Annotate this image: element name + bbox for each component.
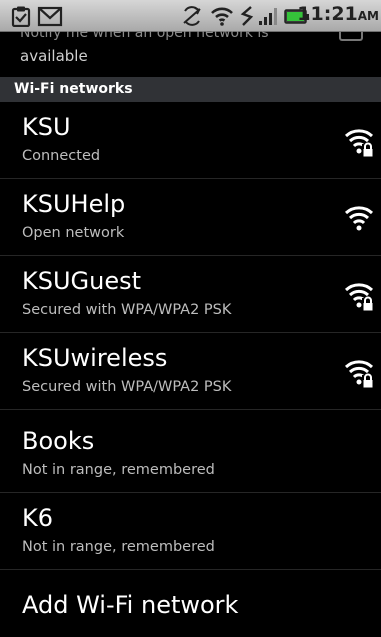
network-name: K6 xyxy=(22,504,54,532)
notify-setting-text: Notify me when an open network is xyxy=(20,31,269,41)
wifi-open-icon xyxy=(344,206,374,231)
network-status: Secured with WPA/WPA2 PSK xyxy=(22,379,232,395)
network-row-ksuwireless[interactable]: KSUwireless Secured with WPA/WPA2 PSK xyxy=(0,333,381,410)
network-status: Not in range, remembered xyxy=(22,539,215,555)
sync-icon xyxy=(183,6,201,26)
network-name: KSUHelp xyxy=(22,190,126,218)
wifi-locked-icon xyxy=(344,129,374,157)
gmail-icon xyxy=(37,6,63,27)
section-header: Wi-Fi networks xyxy=(0,77,381,102)
network-status: Not in range, remembered xyxy=(22,462,215,478)
network-row-ksuhelp[interactable]: KSUHelp Open network xyxy=(0,179,381,256)
notify-open-network-setting[interactable]: Notify me when an open network is availa… xyxy=(0,31,381,75)
clock: 11:21AM xyxy=(297,3,379,25)
network-name: KSUGuest xyxy=(22,267,142,295)
wifi-icon xyxy=(211,7,233,26)
wifi-locked-icon xyxy=(344,283,374,311)
add-wifi-network-button[interactable]: Add Wi-Fi network xyxy=(0,571,381,637)
network-row-books[interactable]: Books Not in range, remembered xyxy=(0,416,381,493)
network-name: KSU xyxy=(22,113,71,141)
signal-tower-icon xyxy=(240,6,254,26)
network-row-k6[interactable]: K6 Not in range, remembered xyxy=(0,493,381,570)
clipboard-icon xyxy=(11,6,31,27)
network-row-ksuguest[interactable]: KSUGuest Secured with WPA/WPA2 PSK xyxy=(0,256,381,333)
network-name: KSUwireless xyxy=(22,344,168,372)
status-bar: 11:21AM xyxy=(0,0,381,32)
add-wifi-network-label: Add Wi-Fi network xyxy=(22,591,239,619)
network-status: Secured with WPA/WPA2 PSK xyxy=(22,302,232,318)
signal-bars-icon xyxy=(259,8,277,25)
notify-setting-continuation: available xyxy=(20,47,88,65)
network-name: Books xyxy=(22,427,95,455)
wifi-locked-icon xyxy=(344,360,374,388)
network-row-ksu[interactable]: KSU Connected xyxy=(0,102,381,179)
notify-checkbox[interactable] xyxy=(339,31,363,41)
network-status: Open network xyxy=(22,225,125,241)
network-status: Connected xyxy=(22,148,101,164)
